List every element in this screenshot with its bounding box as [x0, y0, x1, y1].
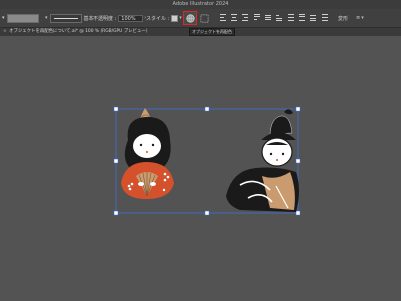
align-top-icon[interactable] [254, 14, 260, 21]
align-right-icon[interactable] [242, 14, 248, 21]
align-left-icon[interactable] [220, 14, 226, 21]
document-tab-title: オブジェクトを再配色について.ai* @ 100 % (RGB/GPU プレビュ… [9, 29, 148, 34]
align-to-icon[interactable] [322, 14, 328, 21]
opacity-input[interactable]: 100% [118, 14, 144, 22]
opacity-label: 不透明度 : [93, 15, 117, 22]
style-label: スタイル : [146, 15, 170, 22]
chevron-down-icon[interactable]: ▾ [45, 15, 48, 21]
distribute-middle-icon[interactable] [299, 14, 305, 21]
fill-swatch[interactable] [6, 13, 39, 23]
control-bar: ▾ ▾ 基本 不透明度 : 100% › スタイル : ▾ 変形 ≡ ▾ [0, 9, 401, 28]
right-doll-illustration[interactable] [226, 109, 299, 212]
stroke-profile-field[interactable] [49, 13, 82, 23]
recolor-artwork-button[interactable] [183, 11, 197, 25]
align-center-icon[interactable] [231, 14, 237, 21]
canvas[interactable] [0, 0, 401, 301]
transform-label[interactable]: 変形 [338, 15, 348, 22]
selection-box[interactable] [113, 106, 301, 216]
style-swatch[interactable] [171, 14, 179, 22]
distribute-bottom-icon[interactable] [310, 14, 316, 21]
align-bottom-icon[interactable] [276, 14, 282, 21]
stroke-group: ▾ 基本 [44, 9, 94, 27]
menu-group: ≡ ▾ [356, 9, 364, 27]
transform-group: 変形 [338, 9, 348, 27]
opacity-group: 不透明度 : 100% › [93, 9, 146, 27]
recolor-globe-icon [185, 13, 195, 23]
left-doll-illustration[interactable] [121, 108, 174, 199]
recolor-tooltip: オブジェクトを再配色 [189, 28, 235, 36]
distribute-top-icon[interactable] [288, 14, 294, 21]
menu-chevron-icon[interactable]: ▾ [361, 15, 364, 21]
transform-icon[interactable]: ≡ [356, 15, 360, 21]
app-title: Adobe Illustrator 2024 [172, 1, 229, 7]
align-middle-icon[interactable] [265, 14, 271, 21]
dropdown-arrow-icon[interactable]: ▾ [2, 15, 5, 21]
title-bar: Adobe Illustrator 2024 [0, 0, 401, 9]
style-group: スタイル : ▾ [146, 9, 182, 27]
style-chevron-icon[interactable]: ▾ [179, 15, 182, 21]
close-icon[interactable]: × [3, 29, 7, 34]
grid-icon[interactable] [200, 9, 209, 27]
fill-group: ▾ [2, 9, 39, 27]
